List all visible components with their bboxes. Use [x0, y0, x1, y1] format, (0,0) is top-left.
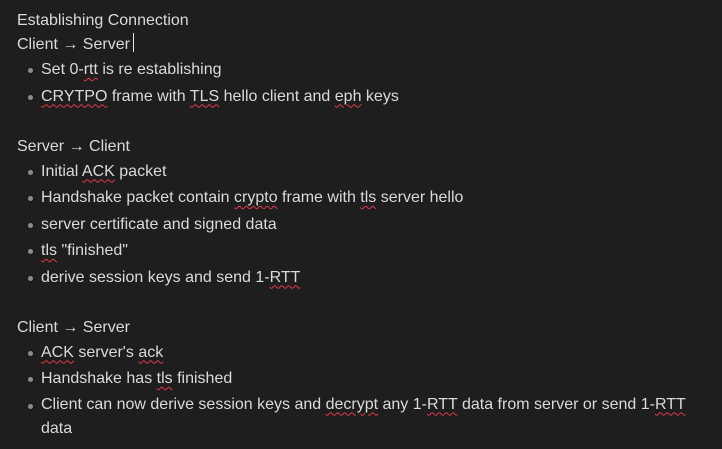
bullet-dot-icon — [28, 196, 33, 201]
section-heading: Client → Server — [17, 318, 130, 336]
bullet-item: Handshake packet contain crypto frame wi… — [17, 185, 722, 212]
note-title: Establishing Connection — [17, 12, 189, 29]
misspelled-word: tls — [41, 242, 57, 259]
section-client-to-server-2: Client → Server ACK server's ack Handshak… — [17, 316, 722, 442]
misspelled-word: ack — [138, 343, 164, 361]
bullet-dot-icon — [28, 403, 33, 409]
bullet-text: derive session keys and send 1- — [41, 268, 270, 286]
bullet-text: server certificate and signed data — [41, 215, 277, 233]
bullet-dot-icon — [28, 275, 33, 281]
bullet-text: frame with — [107, 87, 190, 105]
misspelled-word: rtt — [83, 61, 98, 78]
section-client-to-server-1: Client → Server Set 0-rtt is re establis… — [17, 33, 722, 110]
misspelled-word: ACK — [41, 343, 74, 361]
misspelled-word: TLS — [189, 87, 220, 105]
bullet-text: is re establishing — [97, 61, 222, 78]
misspelled-word: tls — [360, 189, 377, 206]
misspelled-word: RTT — [269, 268, 301, 286]
misspelled-word: tls — [156, 370, 173, 387]
misspelled-word: decrypt — [325, 395, 379, 413]
bullet-dot-icon — [28, 94, 33, 100]
bullet-text: Client can now derive session keys and — [41, 395, 326, 413]
text-cursor — [132, 33, 134, 52]
misspelled-word: RTT — [426, 395, 458, 413]
bullet-text: any 1- — [378, 395, 427, 413]
bullet-item: CRYTPO frame with TLS hello client and e… — [17, 84, 722, 111]
bullet-text: hello client and — [219, 87, 335, 105]
bullet-text: keys — [361, 87, 399, 105]
bullet-item: server certificate and signed data — [17, 212, 722, 239]
bullet-dot-icon — [28, 68, 33, 73]
bullet-text: packet — [114, 162, 167, 180]
bullet-item: Set 0-rtt is re establishing — [17, 57, 722, 84]
bullet-list: Initial ACK packet Handshake packet conta… — [17, 159, 722, 292]
note-editor[interactable]: Establishing Connection Client → Server … — [0, 0, 722, 449]
bullet-item: ACK server's ack — [17, 340, 722, 367]
bullet-text: Handshake packet contain — [41, 189, 235, 206]
bullet-text: "finished" — [57, 242, 128, 259]
misspelled-word: RTT — [654, 395, 686, 413]
misspelled-word: eph — [334, 87, 362, 105]
bullet-text: Initial — [41, 162, 82, 180]
bullet-text: Handshake has — [41, 370, 157, 387]
bullet-list: Set 0-rtt is re establishing CRYTPO frame… — [17, 57, 722, 110]
bullet-item: Client can now derive session keys and d… — [17, 393, 701, 442]
misspelled-word: crypto — [234, 189, 278, 206]
bullet-text: server hello — [376, 189, 464, 206]
bullet-item: Initial ACK packet — [17, 159, 722, 186]
bullet-dot-icon — [28, 222, 33, 228]
bullet-dot-icon — [28, 377, 33, 382]
bullet-text: Set 0- — [41, 61, 84, 78]
bullet-text: finished — [172, 370, 233, 387]
bullet-text: data from server or send 1- — [457, 395, 655, 413]
misspelled-word: CRYTPO — [41, 87, 108, 105]
misspelled-word: ACK — [81, 162, 115, 180]
bullet-dot-icon — [28, 350, 33, 356]
bullet-text: server's — [73, 343, 139, 361]
bullet-text: data — [41, 420, 73, 437]
bullet-item: Handshake has tls finished — [17, 366, 722, 393]
bullet-item: tls "finished" — [17, 238, 722, 265]
bullet-item: derive session keys and send 1-RTT — [17, 265, 722, 292]
bullet-text: frame with — [277, 189, 361, 206]
bullet-dot-icon — [28, 169, 33, 175]
bullet-list: ACK server's ack Handshake has tls finish… — [17, 340, 722, 442]
section-heading: Server → Client — [17, 137, 130, 155]
section-heading: Client → Server — [17, 36, 130, 53]
section-server-to-client: Server → Client Initial ACK packet Handsh… — [17, 135, 722, 292]
bullet-dot-icon — [28, 249, 33, 254]
